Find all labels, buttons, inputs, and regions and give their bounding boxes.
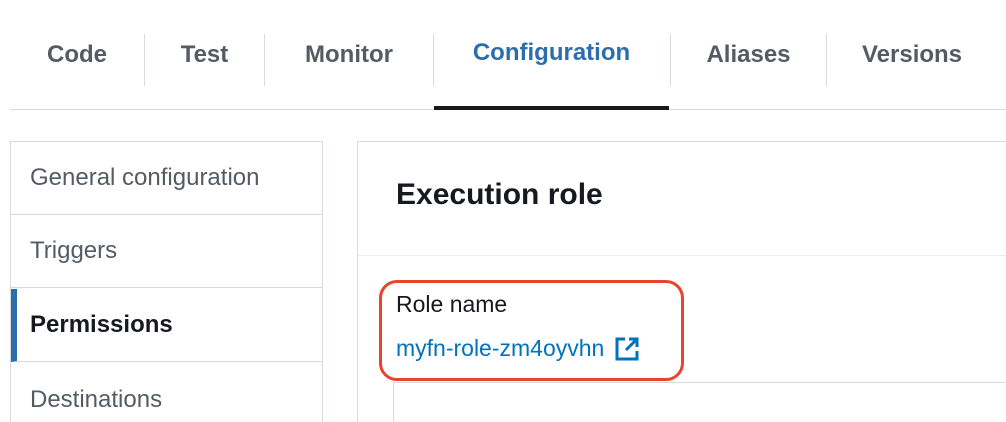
external-link-icon bbox=[615, 337, 639, 360]
side-item-destinations[interactable]: Destinations bbox=[11, 363, 322, 422]
role-details-box bbox=[393, 382, 1006, 422]
tab-configuration[interactable]: Configuration bbox=[434, 0, 669, 110]
side-item-general-configuration[interactable]: General configuration bbox=[11, 142, 322, 215]
side-item-triggers[interactable]: Triggers bbox=[11, 215, 322, 288]
panel-header: Execution role bbox=[358, 142, 1006, 256]
tab-monitor[interactable]: Monitor bbox=[265, 0, 433, 110]
panel-title: Execution role bbox=[396, 178, 603, 211]
role-name-link[interactable]: myfn-role-zm4oyvhn bbox=[396, 335, 640, 362]
tab-code[interactable]: Code bbox=[10, 0, 144, 110]
function-tabs: Code Test Monitor Configuration Aliases … bbox=[10, 0, 1006, 110]
role-name-label: Role name bbox=[396, 291, 508, 317]
role-name-value: myfn-role-zm4oyvhn bbox=[396, 335, 605, 361]
execution-role-panel: Execution role Role name myfn-role-zm4oy… bbox=[357, 141, 1006, 422]
tab-aliases[interactable]: Aliases bbox=[671, 0, 826, 110]
tab-versions[interactable]: Versions bbox=[827, 0, 997, 110]
side-item-permissions[interactable]: Permissions bbox=[11, 289, 322, 362]
lambda-configuration-page: Code Test Monitor Configuration Aliases … bbox=[0, 0, 1006, 422]
tab-test[interactable]: Test bbox=[145, 0, 264, 110]
configuration-side-menu: General configuration Triggers Permissio… bbox=[10, 141, 323, 422]
